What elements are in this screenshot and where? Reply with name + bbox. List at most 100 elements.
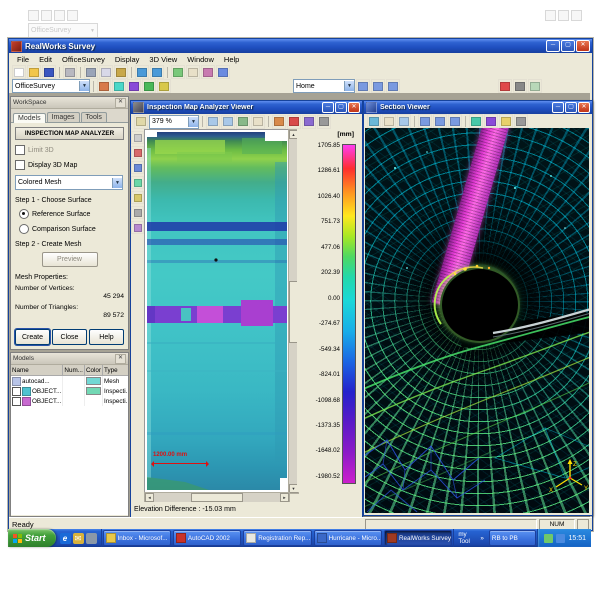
maximize-button[interactable]: ▢ xyxy=(561,40,575,52)
tab-tools[interactable]: Tools xyxy=(81,112,107,122)
tray-network-icon[interactable] xyxy=(556,534,565,543)
close-button[interactable]: ✕ xyxy=(348,102,360,113)
draw-line-icon[interactable] xyxy=(131,161,144,174)
comparison-surface-radio[interactable] xyxy=(19,224,29,234)
target-icon[interactable] xyxy=(498,79,512,93)
section-titlebar[interactable]: Section Viewer ─ ▢ ✕ xyxy=(364,101,592,114)
close-icon[interactable]: ✕ xyxy=(115,354,126,364)
view-iso-icon[interactable] xyxy=(386,79,400,93)
pan-icon[interactable] xyxy=(186,65,200,79)
outlook-icon[interactable]: ✉ xyxy=(73,533,84,544)
rotate-icon[interactable] xyxy=(201,65,215,79)
view-front-icon[interactable] xyxy=(371,79,385,93)
task-realworks-survey[interactable]: RealWorks Survey xyxy=(384,530,452,546)
mesh-type-combo[interactable]: Colored Mesh ▼ xyxy=(15,175,123,190)
close-button[interactable]: ✕ xyxy=(578,102,590,113)
redo-icon[interactable] xyxy=(150,65,164,79)
view-combo[interactable]: Home ▼ xyxy=(293,79,355,93)
mesh-icon[interactable] xyxy=(127,79,141,93)
maximize-button[interactable]: ▢ xyxy=(565,102,577,113)
undo-icon[interactable] xyxy=(135,65,149,79)
column-color[interactable]: Color xyxy=(84,365,102,376)
inspection-icon[interactable] xyxy=(142,79,156,93)
show-desktop-icon[interactable] xyxy=(86,533,97,544)
draw-polyline-icon[interactable] xyxy=(131,176,144,189)
resize-grip[interactable] xyxy=(577,519,589,530)
zoom-icon[interactable] xyxy=(397,114,411,128)
minimize-button[interactable]: ─ xyxy=(322,102,334,113)
task-rb-to-pb[interactable]: RB to PB xyxy=(489,530,537,546)
zoom-combo[interactable]: 379 % ▼ xyxy=(149,115,199,129)
tray-status-icon[interactable] xyxy=(544,534,553,543)
models-panel-header[interactable]: Models ✕ xyxy=(11,353,128,365)
view-top-icon[interactable] xyxy=(418,114,432,128)
table-row[interactable]: OBJECT... Inspecti... xyxy=(11,396,128,406)
maximize-button[interactable]: ▢ xyxy=(335,102,347,113)
copy-icon[interactable] xyxy=(99,65,113,79)
layers-icon[interactable] xyxy=(131,221,144,234)
menu-window[interactable]: Window xyxy=(183,55,218,64)
measure-icon[interactable] xyxy=(272,115,286,129)
row-checkbox[interactable] xyxy=(12,387,21,396)
menu-edit[interactable]: Edit xyxy=(35,55,56,64)
menu-officesurvey[interactable]: OfficeSurvey xyxy=(58,55,109,64)
column-num[interactable]: Num... xyxy=(63,365,85,376)
pick-point-icon[interactable] xyxy=(131,146,144,159)
create-button[interactable]: Create xyxy=(15,329,50,345)
task-hurricane[interactable]: Hurricane - Micro... xyxy=(314,530,382,546)
close-button[interactable]: ✕ xyxy=(576,40,590,52)
grid-icon[interactable] xyxy=(131,206,144,219)
scroll-left-icon[interactable]: ◄ xyxy=(145,493,154,502)
segmentation-icon[interactable] xyxy=(97,79,111,93)
rotate-view-icon[interactable] xyxy=(367,114,381,128)
paste-icon[interactable] xyxy=(114,65,128,79)
point-cloud-icon[interactable] xyxy=(469,114,483,128)
cutting-plane-icon[interactable] xyxy=(157,79,171,93)
profile-icon[interactable] xyxy=(302,115,316,129)
scroll-right-icon[interactable]: ► xyxy=(280,493,289,502)
select-icon[interactable] xyxy=(131,131,144,144)
view-top-icon[interactable] xyxy=(356,79,370,93)
column-name[interactable]: Name xyxy=(11,365,63,376)
camera-icon[interactable] xyxy=(513,79,527,93)
grid-icon[interactable] xyxy=(528,79,542,93)
help-button[interactable]: Help xyxy=(89,329,124,345)
menu-file[interactable]: File xyxy=(13,55,33,64)
close-button[interactable]: Close xyxy=(52,329,87,345)
close-icon[interactable]: ✕ xyxy=(115,98,126,108)
settings-icon[interactable] xyxy=(514,114,528,128)
menu-help[interactable]: Help xyxy=(220,55,243,64)
minimize-button[interactable]: ─ xyxy=(546,40,560,52)
start-button[interactable]: Start xyxy=(8,529,56,547)
new-icon[interactable] xyxy=(12,65,26,79)
workspace-panel-header[interactable]: WorkSpace ✕ xyxy=(11,97,128,109)
internet-explorer-icon[interactable]: e xyxy=(60,533,71,544)
zoom-in-icon[interactable] xyxy=(206,115,220,129)
reference-surface-radio[interactable] xyxy=(19,209,29,219)
row-checkbox[interactable] xyxy=(12,397,21,406)
task-inbox[interactable]: Inbox - Microsof... xyxy=(103,530,171,546)
inspection-titlebar[interactable]: Inspection Map Analyzer Viewer ─ ▢ ✕ xyxy=(131,101,362,114)
view-side-icon[interactable] xyxy=(448,114,462,128)
pan-icon[interactable] xyxy=(251,115,265,129)
save-icon[interactable] xyxy=(42,65,56,79)
minimize-button[interactable]: ─ xyxy=(552,102,564,113)
view-front-icon[interactable] xyxy=(433,114,447,128)
annotate-icon[interactable] xyxy=(131,191,144,204)
help-icon[interactable] xyxy=(216,65,230,79)
tab-images[interactable]: Images xyxy=(47,112,80,122)
open-icon[interactable] xyxy=(27,65,41,79)
section-3d-view[interactable]: Z X Y xyxy=(365,128,589,513)
main-titlebar[interactable]: RealWorks Survey ─ ▢ ✕ xyxy=(9,39,592,53)
task-registration-report[interactable]: Registration Rep... xyxy=(243,530,311,546)
mesh-display-icon[interactable] xyxy=(484,114,498,128)
preview-button[interactable]: Preview xyxy=(42,252,98,267)
settings-icon[interactable] xyxy=(317,115,331,129)
label-icon[interactable] xyxy=(287,115,301,129)
table-row[interactable]: autocad... Mesh xyxy=(11,376,128,387)
scroll-thumb[interactable] xyxy=(191,493,243,502)
zoom-out-icon[interactable] xyxy=(221,115,235,129)
menu-display[interactable]: Display xyxy=(111,55,144,64)
fit-view-icon[interactable] xyxy=(236,115,250,129)
zoom-extents-icon[interactable] xyxy=(171,65,185,79)
